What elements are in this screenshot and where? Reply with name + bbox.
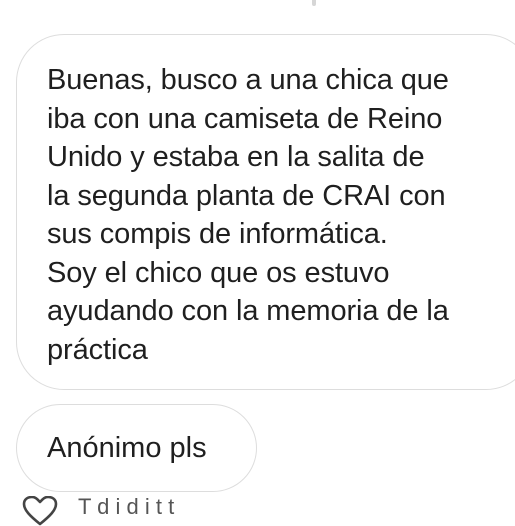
message-text: Buenas, busco a una chica que iba con un… bbox=[47, 64, 449, 366]
reply-bubble[interactable]: Anónimo pls bbox=[16, 404, 257, 492]
scroll-fragment bbox=[312, 0, 316, 6]
heart-icon[interactable] bbox=[22, 496, 58, 526]
footer-text: T d i d i t t bbox=[78, 494, 175, 519]
message-bubble[interactable]: Buenas, busco a una chica que iba con un… bbox=[16, 34, 515, 390]
message-actions: T d i d i t t bbox=[22, 496, 515, 526]
reply-text: Anónimo pls bbox=[47, 432, 207, 464]
